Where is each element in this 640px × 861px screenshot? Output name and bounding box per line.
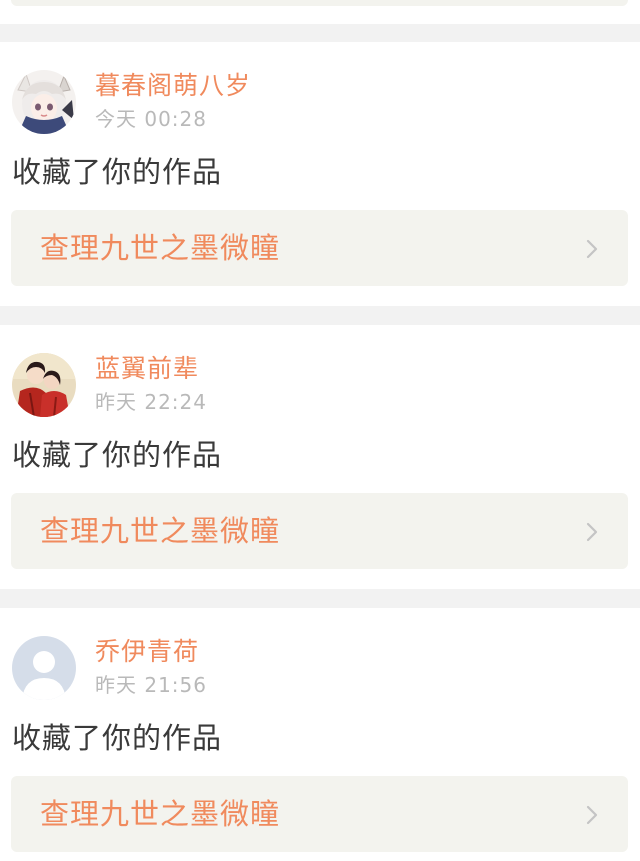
timestamp: 今天 00:28 <box>95 107 207 131</box>
work-title: 查理九世之墨微瞳 <box>40 797 281 831</box>
work-link[interactable]: 查理九世之墨微瞳 <box>11 776 628 852</box>
chevron-right-icon <box>586 239 598 259</box>
work-link[interactable]: 查理九世之墨微瞳 <box>11 210 628 286</box>
work-link[interactable]: 查理九世之墨微瞳 <box>11 493 628 569</box>
action-text: 收藏了你的作品 <box>12 721 223 755</box>
anime-girl-avatar-icon <box>12 70 76 134</box>
timestamp: 昨天 21:56 <box>95 673 207 697</box>
action-text: 收藏了你的作品 <box>12 155 223 189</box>
notification-card: 乔伊青荷 昨天 21:56 收藏了你的作品 查理九世之墨微瞳 <box>0 608 640 861</box>
work-title: 查理九世之墨微瞳 <box>40 514 281 548</box>
username[interactable]: 蓝翼前辈 <box>95 353 199 385</box>
notification-card: 暮春阁萌八岁 今天 00:28 收藏了你的作品 查理九世之墨微瞳 <box>0 42 640 306</box>
chevron-right-icon <box>586 805 598 825</box>
notification-feed: 暮春阁萌八岁 今天 00:28 收藏了你的作品 查理九世之墨微瞳 蓝翼前辈 昨天… <box>0 0 640 861</box>
previous-work-link-stub[interactable] <box>11 0 628 6</box>
user-avatar[interactable] <box>12 353 76 417</box>
user-avatar[interactable] <box>12 70 76 134</box>
user-avatar[interactable] <box>12 636 76 700</box>
couple-red-robes-avatar-icon <box>12 353 76 417</box>
action-text: 收藏了你的作品 <box>12 438 223 472</box>
previous-card-stub <box>0 0 640 24</box>
chevron-right-icon <box>586 522 598 542</box>
default-person-avatar-icon <box>12 636 76 700</box>
work-title: 查理九世之墨微瞳 <box>40 231 281 265</box>
notification-card: 蓝翼前辈 昨天 22:24 收藏了你的作品 查理九世之墨微瞳 <box>0 325 640 589</box>
timestamp: 昨天 22:24 <box>95 390 207 414</box>
username[interactable]: 暮春阁萌八岁 <box>95 70 251 102</box>
username[interactable]: 乔伊青荷 <box>95 636 199 668</box>
